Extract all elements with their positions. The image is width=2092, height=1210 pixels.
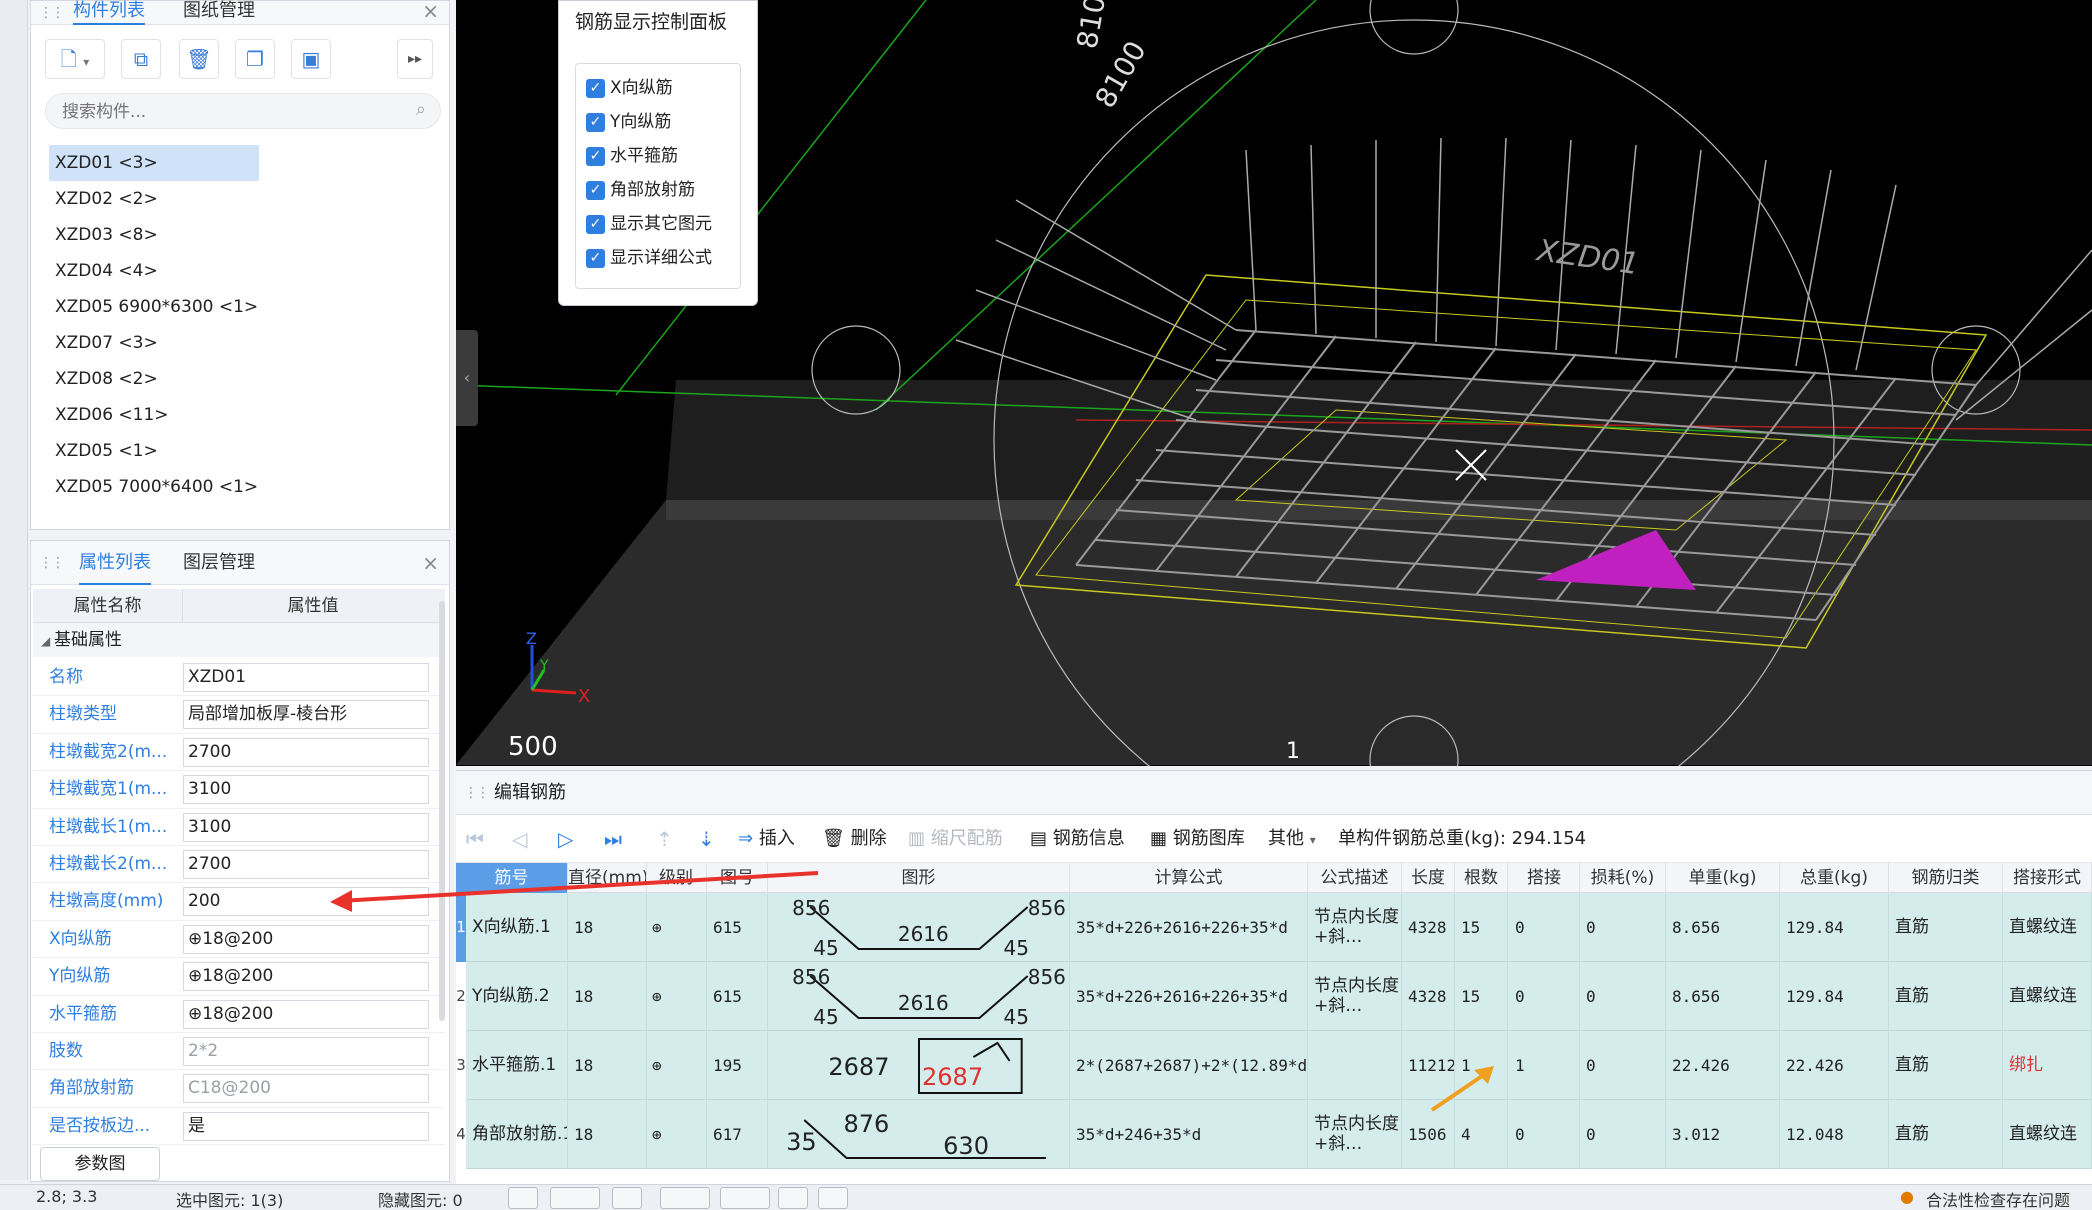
coordinate-readout: 2.8; 3.3 (36, 1187, 98, 1206)
annotation-arrow (339, 871, 819, 903)
warning-icon: ● (1900, 1187, 1914, 1206)
cross-select-icon[interactable] (612, 1187, 642, 1209)
snap-icon[interactable] (660, 1187, 710, 1209)
validity-warning[interactable]: 合法性检查存在问题 (1926, 1187, 2070, 1210)
ortho-icon[interactable] (720, 1187, 770, 1209)
selected-count: 选中图元: 1(3) (176, 1191, 284, 1210)
select-mode-icon[interactable] (550, 1187, 600, 1209)
view-mode-icon[interactable] (508, 1187, 538, 1209)
annotation-arrow (1430, 1070, 1490, 1112)
hidden-count: 隐藏图元: 0 (378, 1191, 463, 1210)
layer-icon[interactable] (778, 1187, 808, 1209)
measure-icon[interactable] (818, 1187, 848, 1209)
annotation-overlay (330, 871, 1494, 1112)
annotation-arrowhead (330, 890, 352, 912)
app-window: ⋮⋮ 构件列表 图纸管理 × 🗋 ▾ ⧉ 🗑 ❐ ▣ ▸▸ ⌕ XZD01 <3… (0, 0, 2092, 1210)
status-bar: 2.8; 3.3 选中图元: 1(3) 隐藏图元: 0 ● 合法性检查存在问题 (0, 1184, 2092, 1210)
